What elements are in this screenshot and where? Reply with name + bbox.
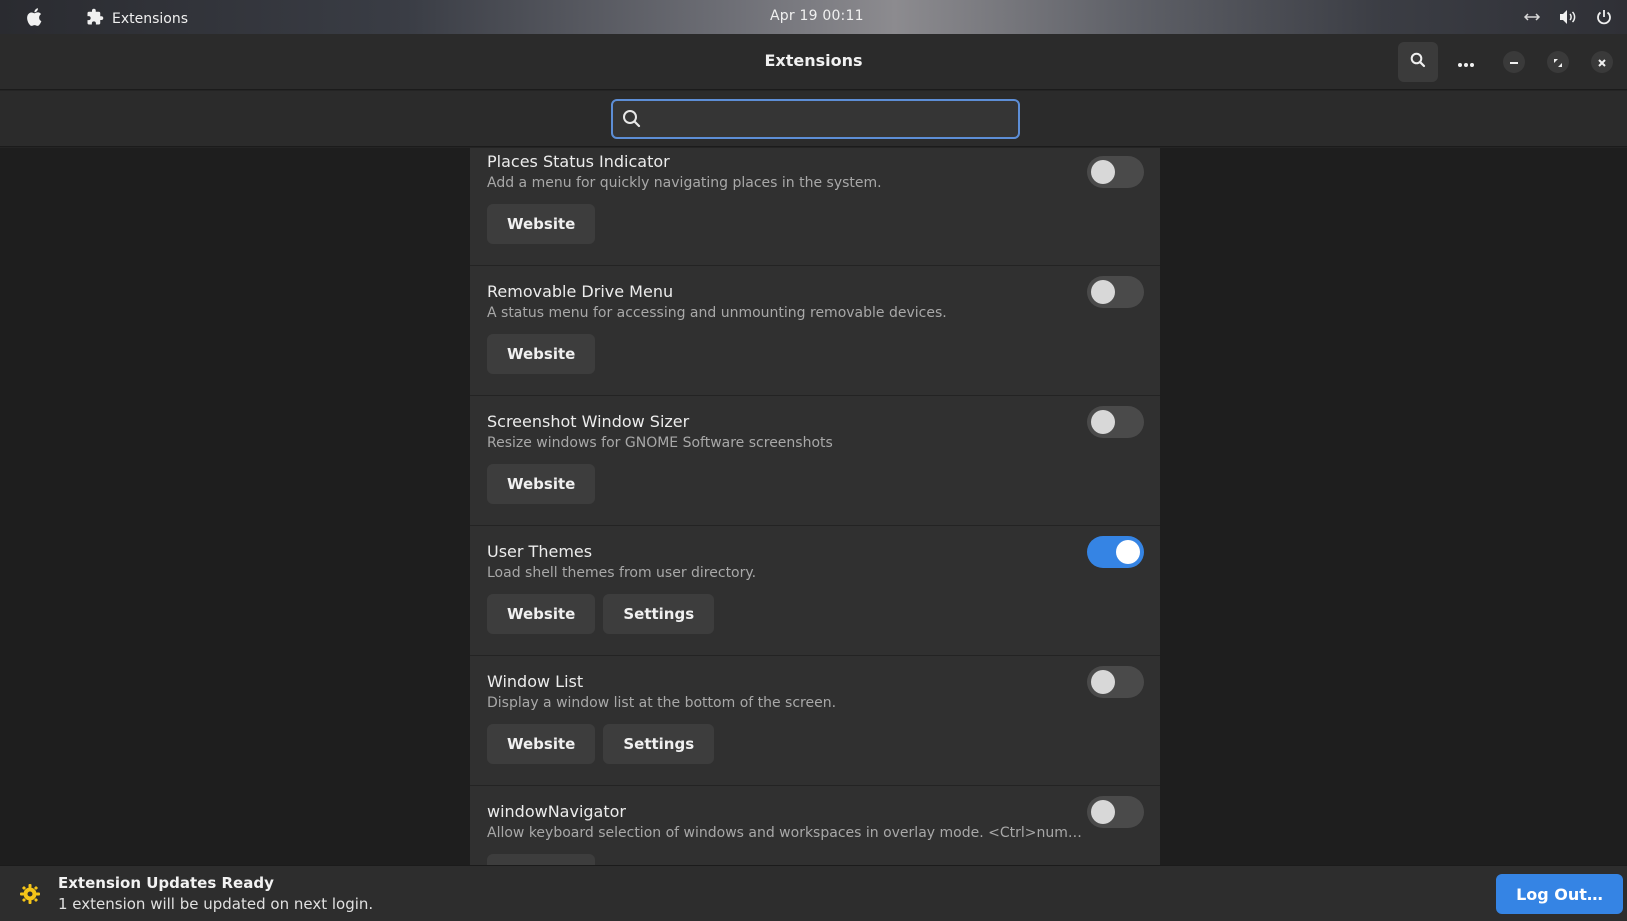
app-indicator-label: Extensions <box>112 11 189 27</box>
website-button[interactable]: Website <box>487 334 596 374</box>
close-button[interactable] <box>1591 51 1613 73</box>
update-banner: Extension Updates Ready 1 extension will… <box>0 865 1627 921</box>
website-button[interactable]: Website <box>487 204 596 244</box>
extension-description: Display a window list at the bottom of t… <box>487 695 837 711</box>
extensions-scroll-area[interactable]: Places Status Indicator Add a menu for q… <box>0 148 1627 898</box>
power-icon <box>1595 8 1613 26</box>
update-gear-icon <box>19 883 41 909</box>
extension-toggle[interactable] <box>1087 536 1144 568</box>
extension-name: Screenshot Window Sizer <box>487 412 690 431</box>
extension-name: Removable Drive Menu <box>487 282 674 301</box>
maximize-button[interactable] <box>1547 51 1569 73</box>
network-icon <box>1523 8 1541 26</box>
toggle-knob <box>1091 800 1115 824</box>
main-menu-button[interactable] <box>1446 42 1486 82</box>
website-button[interactable]: Website <box>487 594 596 634</box>
clock[interactable]: Apr 19 00:11 <box>770 8 864 24</box>
banner-subtitle: 1 extension will be updated on next logi… <box>58 895 374 913</box>
volume-icon <box>1559 8 1577 26</box>
extension-description: Resize windows for GNOME Software screen… <box>487 435 833 451</box>
minimize-button[interactable] <box>1503 51 1525 73</box>
minimize-icon <box>1509 53 1519 72</box>
apple-logo-icon[interactable] <box>24 6 46 28</box>
extension-toggle[interactable] <box>1087 666 1144 698</box>
extension-description: Add a menu for quickly navigating places… <box>487 175 882 191</box>
extension-row-removable-drive-menu: Removable Drive Menu A status menu for a… <box>470 266 1160 396</box>
search-icon <box>1410 52 1426 72</box>
search-toggle-button[interactable] <box>1398 42 1438 82</box>
search-bar <box>0 91 1627 147</box>
extensions-window: Extensions Places Status Indicator Add a… <box>0 34 1627 921</box>
maximize-icon <box>1553 53 1563 72</box>
extension-description: Load shell themes from user directory. <box>487 565 757 581</box>
website-button[interactable]: Website <box>487 724 596 764</box>
extension-description: A status menu for accessing and unmounti… <box>487 305 947 321</box>
extension-name: Window List <box>487 672 584 691</box>
toggle-knob <box>1091 280 1115 304</box>
system-tray[interactable] <box>1523 8 1613 26</box>
extension-toggle[interactable] <box>1087 156 1144 188</box>
settings-button[interactable]: Settings <box>603 724 715 764</box>
toggle-knob <box>1091 670 1115 694</box>
extension-row-screenshot-window-sizer: Screenshot Window Sizer Resize windows f… <box>470 396 1160 526</box>
window-title: Extensions <box>764 51 863 70</box>
extension-description: Allow keyboard selection of windows and … <box>487 825 1082 841</box>
website-button[interactable]: Website <box>487 464 596 504</box>
banner-title: Extension Updates Ready <box>58 874 274 892</box>
log-out-button[interactable]: Log Out… <box>1496 874 1623 914</box>
search-input[interactable] <box>651 105 1011 133</box>
extensions-list: Places Status Indicator Add a menu for q… <box>470 148 1160 898</box>
close-icon <box>1597 53 1607 72</box>
header-bar: Extensions <box>0 34 1627 90</box>
extension-name: Places Status Indicator <box>487 152 670 171</box>
extension-row-window-list: Window List Display a window list at the… <box>470 656 1160 786</box>
extension-toggle[interactable] <box>1087 276 1144 308</box>
top-panel: Extensions Apr 19 00:11 <box>0 0 1627 34</box>
toggle-knob <box>1091 410 1115 434</box>
search-entry[interactable] <box>611 99 1020 139</box>
extension-row-user-themes: User Themes Load shell themes from user … <box>470 526 1160 656</box>
more-icon <box>1457 53 1475 72</box>
toggle-knob <box>1116 540 1140 564</box>
app-indicator[interactable]: Extensions <box>86 8 188 30</box>
extension-name: User Themes <box>487 542 593 561</box>
extension-row-places-status-indicator: Places Status Indicator Add a menu for q… <box>470 148 1160 266</box>
toggle-knob <box>1091 160 1115 184</box>
search-icon <box>622 109 642 133</box>
extension-toggle[interactable] <box>1087 796 1144 828</box>
extension-name: windowNavigator <box>487 802 626 821</box>
settings-button[interactable]: Settings <box>603 594 715 634</box>
extension-toggle[interactable] <box>1087 406 1144 438</box>
puzzle-icon <box>86 8 104 30</box>
